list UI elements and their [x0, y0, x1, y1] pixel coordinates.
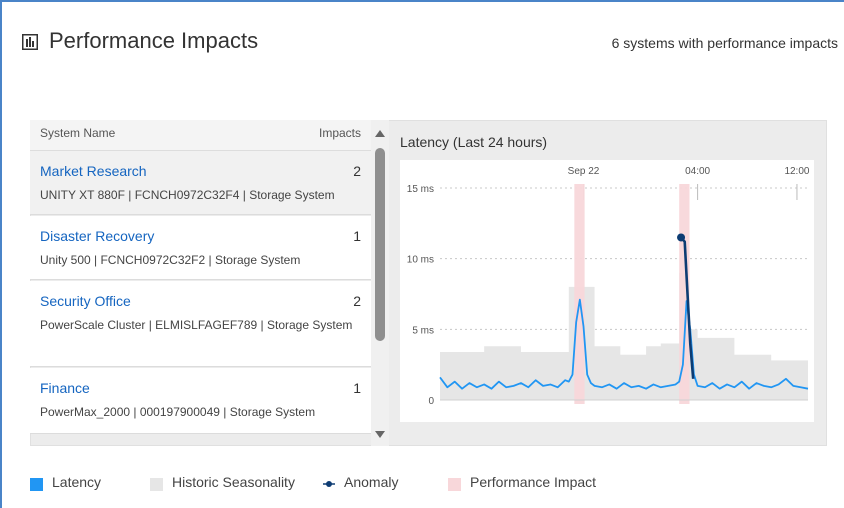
legend-swatch: [30, 478, 43, 491]
system-description: UNITY XT 880F | FCNCH0972C32F4 | Storage…: [40, 188, 335, 202]
performance-impact-band[interactable]: [574, 184, 585, 404]
list-item[interactable]: Finance 1 PowerMax_2000 | 000197900049 |…: [30, 368, 371, 434]
scroll-up-arrow-icon[interactable]: [375, 130, 385, 137]
system-name-link[interactable]: Finance: [40, 380, 90, 396]
column-impacts[interactable]: Impacts: [319, 126, 361, 140]
legend-label: Latency: [52, 474, 102, 490]
system-name-link[interactable]: Disaster Recovery: [40, 228, 154, 244]
legend-label: Historic Seasonality: [172, 474, 295, 490]
x-tick-label: 12:00: [784, 166, 809, 177]
list-header: System Name Impacts: [30, 120, 371, 151]
system-description: PowerScale Cluster | ELMISLFAGEF789 | St…: [40, 318, 353, 332]
bar-chart-icon: [22, 34, 38, 50]
legend-swatch: [150, 478, 163, 491]
legend-label: Anomaly: [344, 474, 399, 490]
legend-swatch: [448, 478, 461, 491]
chart-title: Latency (Last 24 hours): [400, 134, 548, 150]
latency-chart[interactable]: 0 5 ms 10 ms 15 ms Sep 22 04:00 12:00: [400, 160, 814, 422]
legend-label: Performance Impact: [470, 474, 597, 490]
impact-count: 1: [353, 228, 361, 244]
anomaly-legend-icon: [323, 481, 335, 487]
list-item[interactable]: Security Office 2 PowerScale Cluster | E…: [30, 281, 371, 367]
impact-count: 2: [353, 163, 361, 179]
x-tick-label: 04:00: [685, 166, 710, 177]
list-scrollbar[interactable]: [371, 120, 389, 446]
scroll-thumb[interactable]: [375, 148, 385, 341]
list-item[interactable]: Disaster Recovery 1 Unity 500 | FCNCH097…: [30, 216, 371, 280]
y-tick-label: 0: [428, 396, 434, 407]
page-title: Performance Impacts: [49, 28, 259, 53]
column-system-name[interactable]: System Name: [40, 126, 115, 140]
system-description: PowerMax_2000 | 000197900049 | Storage S…: [40, 405, 316, 419]
impact-count: 2: [353, 293, 361, 309]
impact-count: 1: [353, 380, 361, 396]
y-tick-label: 15 ms: [407, 184, 434, 195]
anomaly-point[interactable]: [677, 233, 686, 242]
y-tick-label: 5 ms: [412, 325, 434, 336]
systems-list: System Name Impacts Market Research 2 UN…: [30, 120, 371, 446]
scroll-down-arrow-icon[interactable]: [375, 431, 385, 438]
system-name-link[interactable]: Security Office: [40, 293, 131, 309]
y-tick-label: 10 ms: [407, 255, 434, 266]
system-description: Unity 500 | FCNCH0972C32F2 | Storage Sys…: [40, 253, 301, 267]
latency-chart-panel: Latency (Last 24 hours) 0 5 ms 10 ms 15 ms S…: [390, 122, 826, 444]
x-tick-label: Sep 22: [568, 166, 600, 177]
list-item[interactable]: Market Research 2 UNITY XT 880F | FCNCH0…: [30, 151, 371, 215]
system-name-link[interactable]: Market Research: [40, 163, 147, 179]
impacts-summary: 6 systems with performance impacts: [611, 35, 838, 51]
